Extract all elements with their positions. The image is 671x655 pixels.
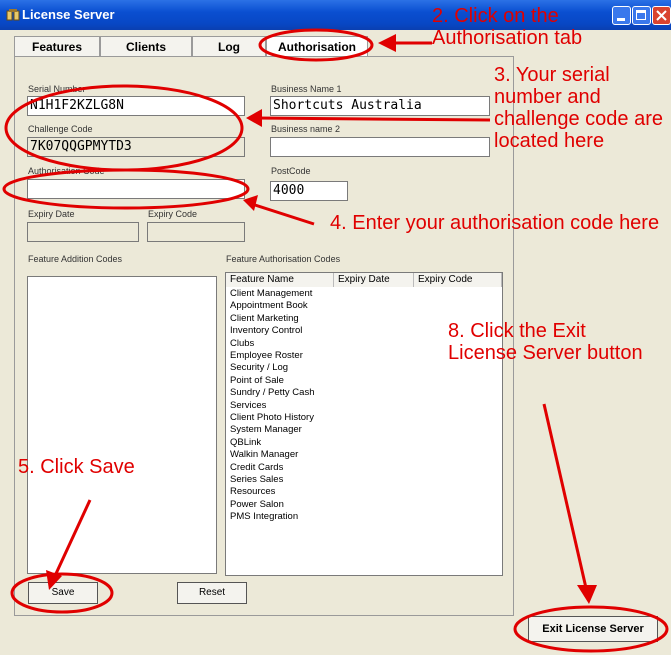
highlight-authorisation-tab [258,28,374,62]
highlight-serial-challenge [4,84,244,172]
arrowhead-authorisation [243,195,258,211]
highlight-exit-button [513,605,669,653]
highlight-save-button [10,572,114,614]
highlight-authorisation-field [2,168,250,210]
arrow-to-authorisation [251,202,315,226]
arrow-to-serial [255,116,491,122]
annotation-step-2: 2. Click on the Authorisation tab [432,5,583,49]
annotation-step-3: 3. Your serial number and challenge code… [494,64,664,152]
annotation-step-4: 4. Enter your authorisation code here [330,212,660,234]
arrowhead-exit [577,585,597,604]
annotation-step-8: 8. Click the Exit License Server button [448,320,643,364]
arrow-to-exit [542,403,588,589]
arrowhead-serial [246,109,262,127]
annotation-step-5: 5. Click Save [18,456,135,478]
arrowhead-tab [378,34,396,52]
arrow-to-save [52,499,92,579]
license-server-window: License Server Features Clients Log Auth… [0,0,671,655]
